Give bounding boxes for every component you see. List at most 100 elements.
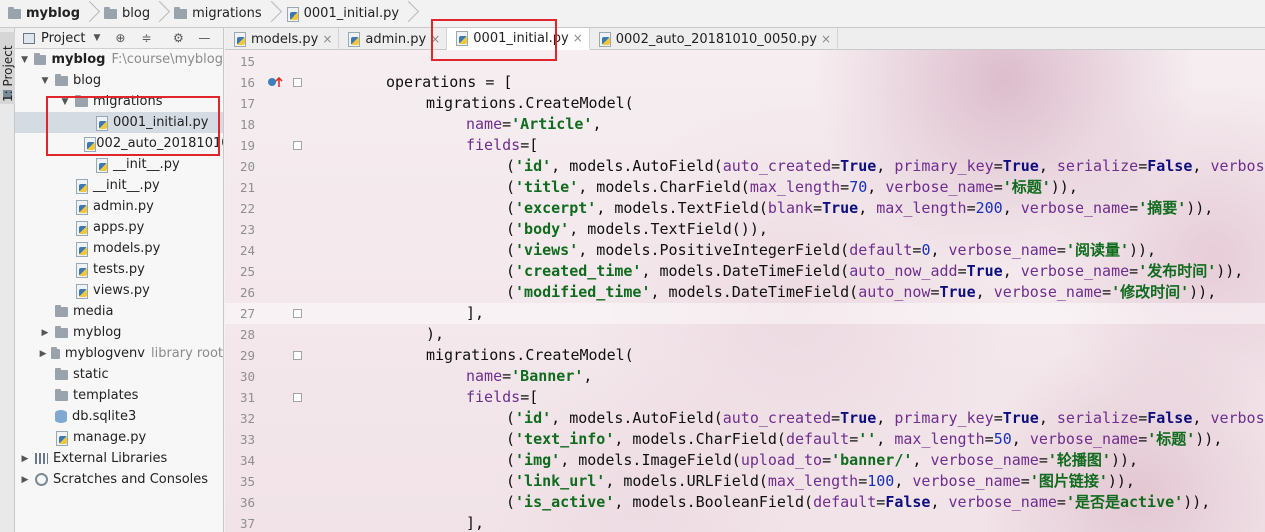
chevron-right-icon[interactable]: ▶	[39, 349, 47, 359]
tree-item[interactable]: 0001_initial.py	[15, 112, 223, 133]
editor-tab[interactable]: 0002_auto_20181010_0050.py ×	[590, 28, 838, 50]
tree-item[interactable]: ▶ myblogvenv library root	[15, 343, 223, 364]
tree-item[interactable]: templates	[15, 385, 223, 406]
code-token: name	[466, 367, 503, 385]
code-line: ('excerpt', models.TextField(blank=True,…	[506, 198, 1213, 219]
tree-item[interactable]: ▶ External Libraries	[15, 448, 223, 469]
chevron-down-icon[interactable]: ▼	[39, 76, 51, 86]
fold-marker-icon[interactable]	[293, 351, 302, 360]
editor-tab[interactable]: models.py ×	[225, 28, 340, 50]
code-token: )),	[1050, 178, 1078, 196]
close-icon[interactable]: ×	[573, 31, 583, 45]
tree-item[interactable]: ▼ migrations	[15, 91, 223, 112]
code-token: ,	[592, 115, 602, 133]
chevron-right-icon[interactable]: ▶	[39, 328, 51, 338]
code-token: =	[876, 493, 886, 511]
tree-item[interactable]: __init__.py	[15, 154, 223, 175]
code-token: True	[840, 409, 877, 427]
code-token: (	[506, 283, 516, 301]
breadcrumb-item-file[interactable]: 0001_initial.py	[282, 0, 419, 28]
chevron-right-icon[interactable]: ▶	[19, 454, 31, 464]
editor-gutter: 15 16 17 18 19 20 21 22 23 24 25 26 27 28 29 30 31 32 33 34…	[225, 51, 302, 532]
code-token: =	[1138, 409, 1148, 427]
tree-item[interactable]: apps.py	[15, 217, 223, 238]
code-token: =	[993, 409, 1003, 427]
tree-item[interactable]: 0002_auto_20181010_0050.py	[15, 133, 223, 154]
line-number: 17	[239, 96, 255, 111]
gear-icon[interactable]: ⚙	[172, 31, 184, 45]
close-icon[interactable]: ×	[821, 32, 831, 46]
code-token: =	[993, 178, 1003, 196]
code-token: =	[840, 178, 850, 196]
code-token: ,	[930, 241, 949, 259]
code-token: =	[1138, 157, 1148, 175]
folder-icon	[174, 6, 188, 19]
code-line: name='Article',	[466, 114, 601, 135]
project-tool-tab[interactable]: 1: Project	[0, 32, 15, 104]
code-line: ('link_url', models.URLField(max_length=…	[506, 471, 1135, 492]
library-icon	[35, 453, 48, 464]
hide-panel-icon[interactable]: —	[198, 31, 210, 45]
tree-item-label: myblog	[51, 52, 106, 67]
tree-item[interactable]: ▶ Scratches and Consoles	[15, 469, 223, 490]
fold-marker-icon[interactable]	[293, 393, 302, 402]
code-token: =	[957, 262, 967, 280]
breadcrumb-item-project[interactable]: myblog	[4, 0, 100, 28]
locate-icon[interactable]: ⊕	[114, 31, 126, 45]
override-marker-icon[interactable]	[267, 76, 285, 88]
code-token: , models.DateTimeField(	[641, 262, 850, 280]
breadcrumb-label: myblog	[26, 6, 81, 21]
tree-item[interactable]: static	[15, 364, 223, 385]
fold-marker-icon[interactable]	[293, 78, 302, 87]
tree-item[interactable]: ▶ myblog	[15, 322, 223, 343]
project-tool-tab-label: 1: Project	[1, 45, 15, 102]
chevron-down-icon[interactable]: ▼	[19, 55, 30, 65]
tree-item[interactable]: ▼ myblog F:\course\myblog	[15, 49, 223, 70]
code-line: operations = [	[386, 72, 512, 93]
collapse-all-icon[interactable]: ≑	[140, 31, 152, 45]
tree-item[interactable]: db.sqlite3	[15, 406, 223, 427]
tree-item-hint: F:\course\myblog	[111, 52, 224, 67]
tree-item[interactable]: admin.py	[15, 196, 223, 217]
code-token: =	[1056, 241, 1066, 259]
tree-item[interactable]: ▼ blog	[15, 70, 223, 91]
editor-tab[interactable]: 0001_initial.py ×	[447, 28, 590, 50]
code-token: verbose_name	[948, 241, 1057, 259]
tree-item[interactable]: __init__.py	[15, 175, 223, 196]
code-line: ('created_time', models.DateTimeField(au…	[506, 261, 1243, 282]
project-view-selector[interactable]: Project	[41, 31, 85, 46]
python-file-icon	[75, 262, 88, 278]
tree-item[interactable]: tests.py	[15, 259, 223, 280]
breadcrumb-item-migrations[interactable]: migrations	[170, 0, 282, 28]
line-number: 18	[239, 117, 255, 132]
chevron-right-icon	[405, 0, 413, 28]
tree-item[interactable]: media	[15, 301, 223, 322]
code-token: =	[984, 430, 994, 448]
tree-item[interactable]: models.py	[15, 238, 223, 259]
code-token: verbose_name	[993, 283, 1103, 301]
tree-item[interactable]: manage.py	[15, 427, 223, 448]
code-token: , models.URLField(	[605, 472, 768, 490]
close-icon[interactable]: ×	[430, 32, 440, 46]
chevron-down-icon[interactable]: ▼	[59, 97, 71, 107]
fold-marker-icon[interactable]	[293, 309, 302, 318]
line-number: 23	[239, 222, 255, 237]
code-token: ,	[1038, 409, 1057, 427]
editor-tab[interactable]: admin.py ×	[339, 28, 448, 50]
code-token: (	[506, 472, 516, 490]
line-number: 34	[239, 453, 255, 468]
code-editor[interactable]: operations = [migrations.CreateModel(nam…	[346, 51, 1265, 532]
tree-item-label: __init__.py	[93, 178, 160, 193]
tree-item[interactable]: views.py	[15, 280, 223, 301]
tree-item-label: Scratches and Consoles	[53, 472, 209, 487]
fold-marker-icon[interactable]	[293, 141, 302, 150]
close-icon[interactable]: ×	[322, 32, 332, 46]
code-token: =	[1129, 262, 1139, 280]
chevron-right-icon[interactable]: ▶	[19, 475, 31, 485]
python-file-icon	[55, 430, 68, 446]
tree-item-label: External Libraries	[53, 451, 168, 466]
breadcrumb-item-blog[interactable]: blog	[100, 0, 170, 28]
chevron-down-icon[interactable]: ▼	[93, 33, 100, 43]
tree-item-label: db.sqlite3	[72, 409, 137, 424]
code-token: True	[822, 199, 859, 217]
